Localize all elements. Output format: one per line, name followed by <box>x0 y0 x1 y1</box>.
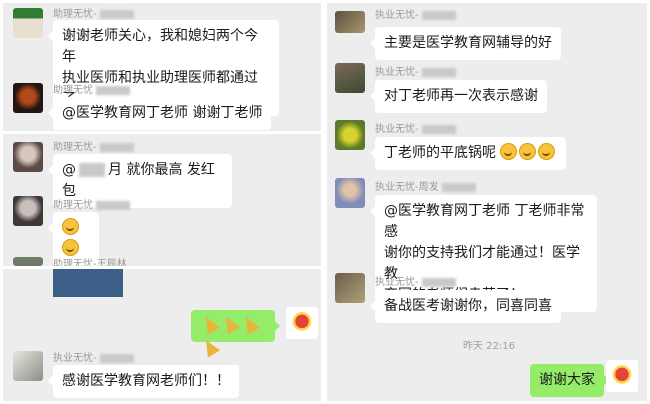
avatar[interactable] <box>13 8 43 38</box>
message-text: @医学教育网丁老师 谢谢丁老师 <box>62 105 263 121</box>
avatar[interactable] <box>13 351 43 381</box>
sender-name: 助理无忧- <box>53 138 134 153</box>
sent-message-bubble[interactable] <box>191 310 280 358</box>
avatar[interactable] <box>335 178 365 208</box>
avatar[interactable] <box>13 83 43 113</box>
chat-panel-left-top: 助理无忧- 谢谢老师关心，我和媳妇两个今年 执业医师和执业助理医师都通过了 助理… <box>3 3 321 131</box>
smile-face-icon <box>62 218 79 235</box>
avatar[interactable] <box>335 63 365 93</box>
avatar[interactable] <box>13 196 43 226</box>
message-text: @医学教育网丁老师 丁老师非常感 <box>384 203 585 240</box>
avatar[interactable] <box>13 142 43 172</box>
avatar[interactable] <box>335 273 365 303</box>
sender-name: 助理无忧-王辰林 <box>53 259 127 266</box>
sender-name: 助理无忧 <box>53 81 130 96</box>
message-text: 备战医考谢谢你，同喜同喜 <box>384 298 552 314</box>
chat-panel-left-middle: 助理无忧- @ 月 就你最高 发红包 助理无忧 助理无忧-王辰林 <box>3 134 321 266</box>
party-popper-icon <box>219 313 241 335</box>
message-bubble[interactable]: 主要是医学教育网辅导的好 <box>370 27 561 60</box>
smile-face-icon <box>62 239 79 256</box>
chat-panel-right: 执业无忧- 主要是医学教育网辅导的好 执业无忧- 对丁老师再一次表示感谢 执业无… <box>327 3 647 401</box>
message-bubble[interactable]: @医学教育网丁老师 谢谢丁老师 <box>47 97 272 130</box>
mascot-avatar[interactable] <box>286 307 318 339</box>
sender-name: 执业无忧- <box>53 349 134 364</box>
smile-face-icon <box>519 143 537 160</box>
sender-name: 助理无忧 <box>53 196 130 211</box>
sender-name: 执业无忧-周发 <box>375 178 476 193</box>
message-mention: @ <box>62 162 76 178</box>
sender-name: 助理无忧- <box>53 5 134 20</box>
avatar[interactable] <box>13 257 43 266</box>
smile-face-icon <box>500 143 518 160</box>
message-text: 对丁老师再一次表示感谢 <box>384 88 538 104</box>
message-bubble[interactable]: 感谢医学教育网老师们！！ <box>48 365 239 398</box>
party-popper-icon <box>239 313 261 335</box>
message-text: 主要是医学教育网辅导的好 <box>384 35 552 51</box>
sender-name: 执业无忧- <box>375 120 456 135</box>
message-bubble[interactable]: 丁老师的平底锅呢 <box>369 137 567 170</box>
image-message[interactable] <box>53 269 123 297</box>
message-bubble[interactable]: 备战医考谢谢你，同喜同喜 <box>370 290 561 323</box>
sent-message-bubble[interactable]: 谢谢大家 <box>530 364 609 397</box>
mascot-avatar[interactable] <box>606 360 638 392</box>
sender-name: 执业无忧- <box>375 6 456 21</box>
message-bubble[interactable]: 对丁老师再一次表示感谢 <box>370 80 547 113</box>
sender-name: 执业无忧- <box>375 273 456 288</box>
message-text: 谢谢老师关心，我和媳妇两个今年 <box>62 28 258 65</box>
avatar[interactable] <box>335 120 365 150</box>
message-text: 丁老师的平底锅呢 <box>384 145 496 161</box>
timestamp: 昨天 22:16 <box>463 341 515 352</box>
smile-face-icon <box>538 143 556 160</box>
avatar[interactable] <box>335 11 365 33</box>
party-popper-icon <box>199 336 221 358</box>
party-popper-icon <box>199 313 221 335</box>
sender-name: 执业无忧- <box>375 63 456 78</box>
chat-panel-left-bottom: 执业无忧- 感谢医学教育网老师们！！ <box>3 269 321 401</box>
message-text: 感谢医学教育网老师们！！ <box>62 373 230 389</box>
message-text: 谢谢大家 <box>539 372 595 388</box>
